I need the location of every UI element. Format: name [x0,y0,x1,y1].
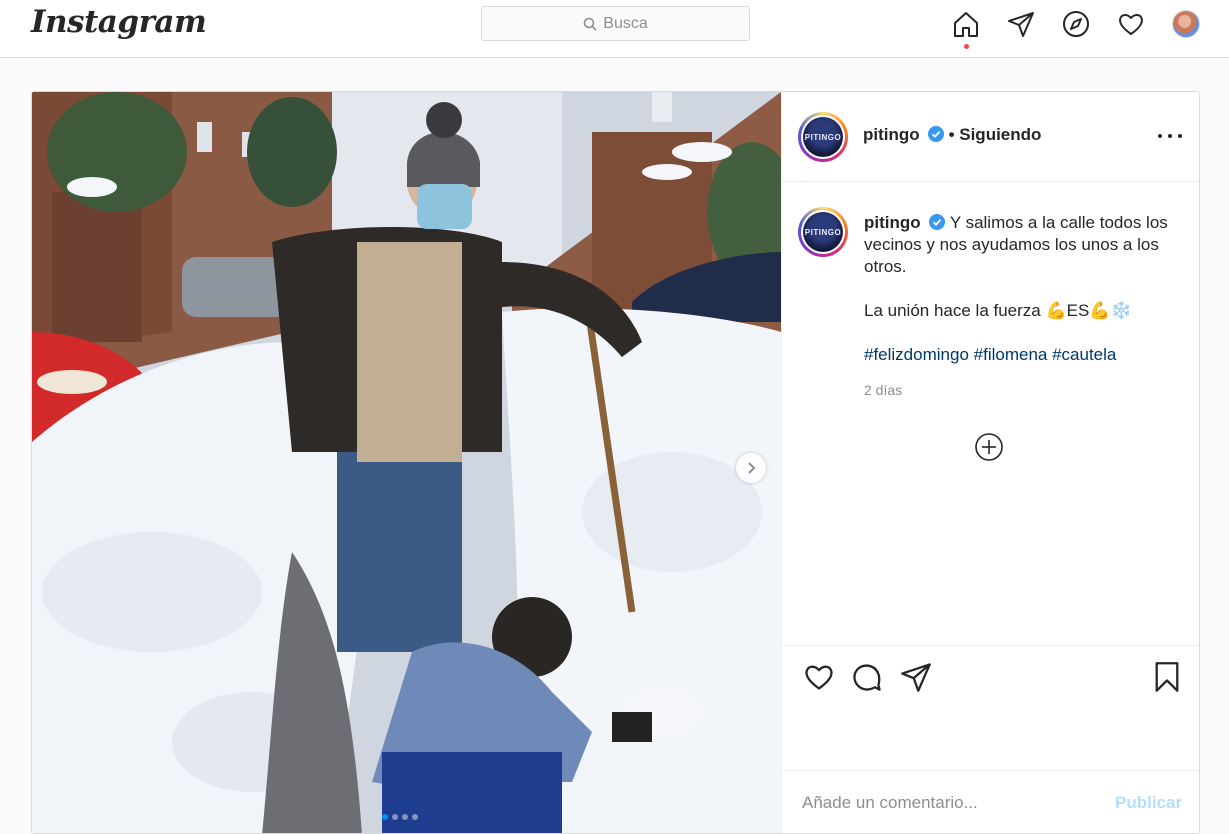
caption-line2: La unión hace la fuerza [864,301,1041,320]
top-nav-bar: Instagram Busca [0,0,1229,58]
carousel-indicators [382,814,418,820]
direct-icon[interactable] [1006,9,1036,39]
like-heart-icon[interactable] [802,660,836,694]
activity-heart-icon[interactable] [1116,9,1146,39]
nav-icons [0,9,1229,49]
more-options-icon[interactable] [1158,126,1182,146]
author-avatar[interactable]: PITINGO [798,112,848,162]
carousel-dot [412,814,418,820]
post-actions [782,645,1199,771]
caption-emojis: 💪ES💪❄️ [1045,301,1132,320]
verified-badge-icon [928,126,945,142]
notification-dot [964,44,969,49]
author-username[interactable]: pitingo [863,125,920,144]
share-icon[interactable] [899,660,933,694]
post-card: PITINGO pitingo • Siguiendo PITINGO piti… [31,91,1200,834]
explore-icon[interactable] [1061,9,1091,39]
comment-input[interactable] [802,793,1102,813]
publish-button[interactable]: Publicar [1115,793,1182,813]
post-header: PITINGO pitingo • Siguiendo [782,92,1199,182]
verified-badge-icon [929,214,946,230]
following-button[interactable]: Siguiendo [959,125,1041,144]
post-caption: pitingo Y salimos a la calle todos los v… [864,212,1174,388]
hashtag-link[interactable]: #filomena [974,345,1048,364]
avatar-image: PITINGO [803,212,843,252]
avatar-image: PITINGO [803,117,843,157]
post-photo[interactable] [32,92,781,833]
carousel-dot [402,814,408,820]
hashtag-link[interactable]: #cautela [1052,345,1116,364]
post-sidebar: PITINGO pitingo • Siguiendo PITINGO piti… [781,92,1199,833]
caption-author-avatar[interactable]: PITINGO [798,207,848,257]
load-more-comments-icon[interactable] [974,432,1004,462]
chevron-right-icon [748,462,756,474]
comment-icon[interactable] [850,660,884,694]
save-bookmark-icon[interactable] [1150,660,1184,694]
hashtag-link[interactable]: #felizdomingo [864,345,969,364]
follow-separator: • [948,125,960,144]
carousel-next-button[interactable] [736,453,766,483]
profile-avatar[interactable] [1172,10,1200,38]
carousel-dot [392,814,398,820]
post-timestamp: 2 días [864,382,903,398]
comment-bar: Publicar [782,770,1199,833]
carousel-dot [382,814,388,820]
home-icon[interactable] [951,9,981,39]
caption-username[interactable]: pitingo [864,213,921,232]
